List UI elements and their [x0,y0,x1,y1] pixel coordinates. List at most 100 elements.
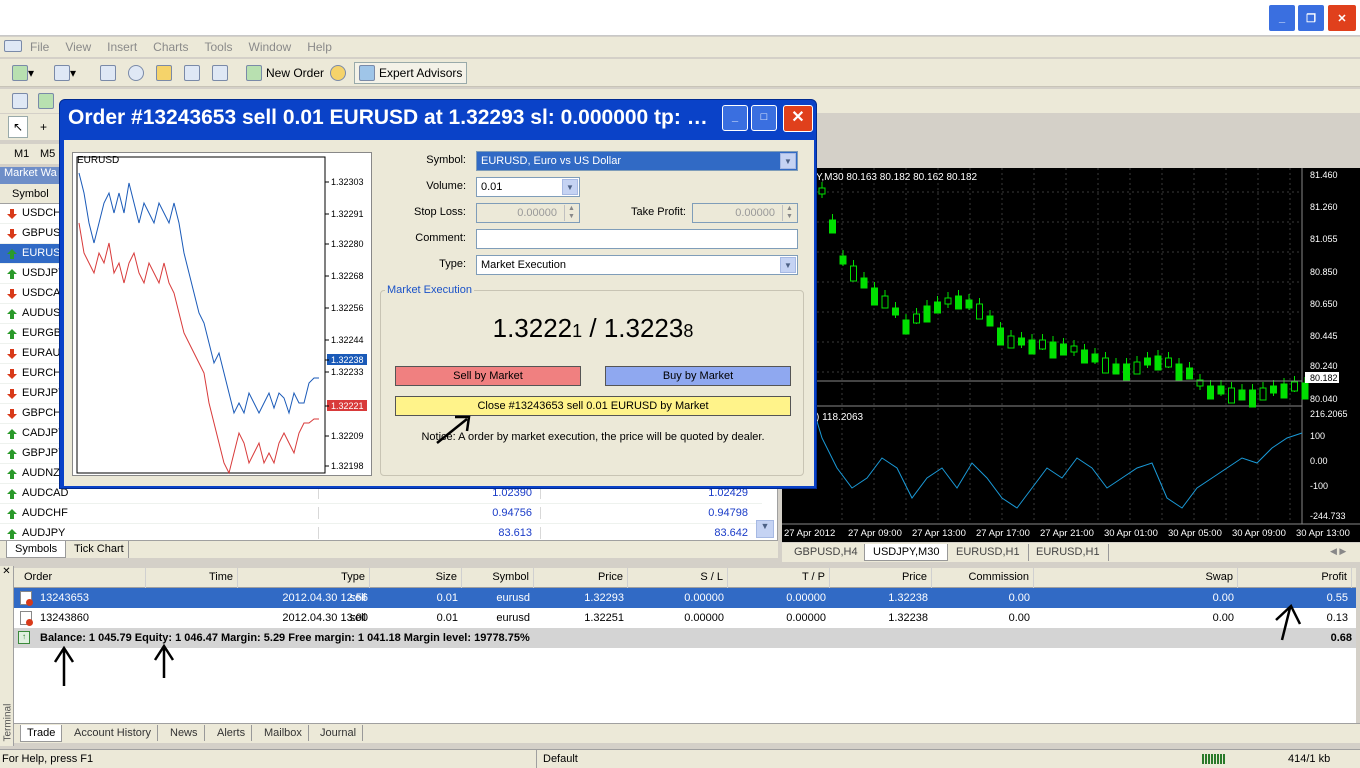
terminal-sidebar: ✕ Terminal [0,566,14,746]
connection-icon [1202,754,1226,764]
stop-loss-input[interactable]: 0.00000 ▲ ▼ [476,203,580,223]
bid-price: 0.94756 [318,507,536,519]
terminal-close-icon[interactable]: ✕ [0,566,13,578]
mini-price-label: 1.32198 [331,461,364,471]
tab-symbols[interactable]: Symbols [6,541,67,558]
symbol-name: AUDCHF [22,507,68,519]
maximize-button[interactable]: ❐ [1297,4,1325,32]
tab-mailbox[interactable]: Mailbox [258,725,309,741]
menu-help[interactable]: Help [299,40,340,54]
tab-account-history[interactable]: Account History [68,725,159,741]
tester-button[interactable] [208,62,232,84]
comment-input[interactable] [476,229,798,249]
dialog-close-button[interactable]: ✕ [783,105,813,132]
arrow-up-icon [7,269,17,279]
time-axis-label: 30 Apr 05:00 [1168,528,1222,539]
menu-insert[interactable]: Insert [99,40,145,54]
candle-chart-button[interactable] [34,90,58,112]
expert-advisors-icon [359,65,375,81]
arrow-up-icon [7,309,17,319]
arrow-up-icon [7,509,17,519]
arrow-down-icon [7,349,17,359]
tab-news[interactable]: News [164,725,205,741]
main-toolbar: ▾ ▾ New Order Expert Advisors [0,59,1360,87]
price-axis-label: 80.182 [1310,373,1338,383]
time-axis-label: 27 Apr 17:00 [976,528,1030,539]
timeframe-m5[interactable]: M5 [40,148,55,160]
bar-chart-button[interactable] [8,90,32,112]
mini-price-label: 1.32221 [331,401,364,411]
price-axis-label: 81.460 [1310,170,1338,180]
mini-price-label: 1.32268 [331,271,364,281]
scroll-down-button[interactable]: ▼ [756,520,774,538]
price-axis-label: 80.650 [1310,299,1338,309]
menu-window[interactable]: Window [241,40,300,54]
new-order-button[interactable]: New Order [242,62,328,84]
metaeditor-button[interactable] [326,62,350,84]
spinner-icon[interactable]: ▲ ▼ [782,205,796,221]
arrow-down-icon [7,409,17,419]
timeframe-m1[interactable]: M1 [14,148,29,160]
menu-bar: File View Insert Charts Tools Window Hel… [0,37,1360,57]
magnifier-icon [212,65,228,81]
terminal-icon [184,65,200,81]
order-type-select[interactable]: Market Execution ▼ [476,255,798,275]
close-button[interactable]: ✕ [1327,4,1357,32]
profiles-icon [54,65,70,81]
tab-alerts[interactable]: Alerts [211,725,253,741]
indicator-axis-label: -100 [1310,481,1328,491]
arrow-down-icon [7,389,17,399]
navigator-button[interactable] [124,62,148,84]
crosshair-button[interactable]: + [36,116,51,138]
menu-file[interactable]: File [22,40,57,54]
chart-tabs-scroll-icon[interactable]: ◀ ▶ [1330,546,1346,557]
ask-price: 83.642 [540,527,752,539]
menu-view[interactable]: View [57,40,99,54]
arrow-down-icon [7,209,17,219]
terminal-tabs: Trade Account History News Alerts Mailbo… [14,723,1360,743]
menu-charts[interactable]: Charts [145,40,196,54]
profiles-button[interactable]: ▾ [50,62,80,84]
cursor-button[interactable]: ↖ [8,116,29,138]
time-axis-label: 27 Apr 21:00 [1040,528,1094,539]
expert-advisors-button[interactable]: Expert Advisors [354,62,468,84]
status-profile: Default [536,750,584,768]
time-axis-label: 30 Apr 01:00 [1104,528,1158,539]
chart-tab-eurusd-h1-2[interactable]: EURUSD,H1 [1028,544,1109,561]
status-bar: For Help, press F1 Default 414/1 kb [0,749,1360,768]
minimize-button[interactable]: _ [1268,4,1296,32]
chart-tab-usdjpy-m30[interactable]: USDJPY,M30 [864,544,949,561]
chart-tab-gbpusd-h4[interactable]: GBPUSD,H4 [786,544,867,561]
arrow-up-icon [7,489,17,499]
new-chart-icon [12,65,28,81]
symbol-select[interactable]: EURUSD, Euro vs US Dollar ▼ [476,151,798,171]
volume-select[interactable]: 0.01 ▼ [476,177,580,197]
tab-tick-chart[interactable]: Tick Chart [70,541,129,558]
favorites-button[interactable] [152,62,176,84]
terminal-button[interactable] [180,62,204,84]
tab-trade[interactable]: Trade [20,725,63,742]
price-chart[interactable]: 81.460 81.260 81.055 80.850 80.650 80.445 80.2… [782,168,1360,542]
price-axis-label: 81.055 [1310,234,1338,244]
sell-by-market-button[interactable]: Sell by Market [395,366,581,386]
tab-journal[interactable]: Journal [314,725,364,741]
dialog-minimize-button[interactable]: _ [722,105,748,131]
menu-tools[interactable]: Tools [197,40,241,54]
symbol-column-header[interactable]: Symbol [12,188,49,200]
chart-tab-eurusd-h1[interactable]: EURUSD,H1 [948,544,1029,561]
new-chart-button[interactable]: ▾ [8,62,38,84]
mini-price-label: 1.32256 [331,303,364,313]
market-watch-row[interactable]: AUDCHF 0.94756 0.94798 [0,504,762,524]
chart-tabs: GBPUSD,H4 USDJPY,M30 EURUSD,H1 EURUSD,H1… [782,543,1360,562]
market-execution-group: Market Execution 1.32221 / 1.32238 Sell … [380,284,804,476]
dialog-maximize-button[interactable]: □ [751,105,777,131]
time-axis-label: 27 Apr 2012 [784,528,835,539]
buy-by-market-button[interactable]: Buy by Market [605,366,791,386]
symbol-label: Symbol: [426,154,466,166]
indicator-axis-label: 216.2065 [1310,409,1348,419]
annotation-arrow [436,415,471,444]
take-profit-input[interactable]: 0.00000 ▲ ▼ [692,203,798,223]
cursor-icon: ↖ [13,120,24,134]
market-watch-button[interactable] [96,62,120,84]
annotation-arrows [53,603,1302,686]
